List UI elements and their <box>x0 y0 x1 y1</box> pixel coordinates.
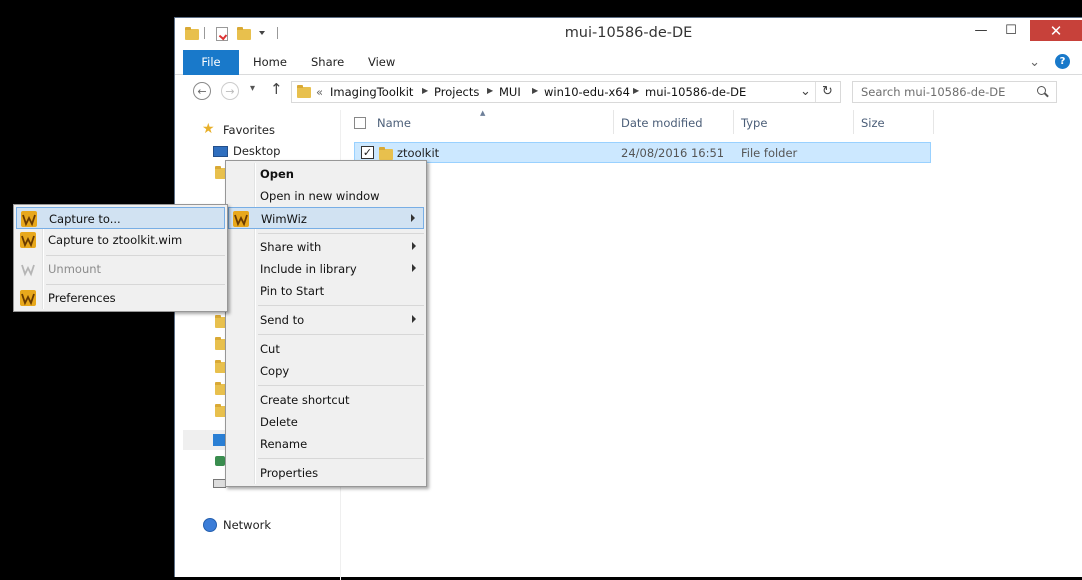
breadcrumb-overflow[interactable]: « <box>316 85 323 99</box>
menu-item-wimwiz[interactable]: WimWiz <box>228 207 424 229</box>
wimwiz-icon-disabled <box>20 261 36 277</box>
minimize-button[interactable]: — <box>968 20 994 40</box>
nav-desktop[interactable]: Desktop <box>233 144 280 158</box>
tab-view[interactable]: View <box>368 50 395 75</box>
recent-locations-button[interactable]: ▾ <box>250 83 255 94</box>
back-button[interactable]: ← <box>193 82 211 100</box>
breadcrumb-projects[interactable]: Projects <box>434 85 479 99</box>
column-date-modified[interactable]: Date modified <box>621 116 703 130</box>
wimwiz-icon <box>21 211 37 227</box>
navigation-bar: ← → ▾ ↑ « ImagingToolkit ▶ Projects ▶ MU… <box>175 76 1082 106</box>
column-type[interactable]: Type <box>741 116 767 130</box>
title-bar: mui-10586-de-DE — ☐ ✕ <box>175 18 1082 50</box>
folder-icon <box>297 85 311 98</box>
sort-arrow-icon: ▲ <box>480 109 486 117</box>
menu-item-share-with[interactable]: Share with <box>228 236 424 258</box>
file-name: ztoolkit <box>397 146 440 160</box>
submenu-item-capture-to-wim[interactable]: Capture to ztoolkit.wim <box>16 229 225 251</box>
file-type: File folder <box>741 146 798 160</box>
window-title: mui-10586-de-DE <box>564 25 693 41</box>
search-input[interactable]: Search mui-10586-de-DE <box>861 85 1005 99</box>
menu-item-properties[interactable]: Properties <box>228 462 424 484</box>
this-pc-icon <box>213 434 225 446</box>
menu-item-send-to[interactable]: Send to <box>228 309 424 331</box>
forward-button[interactable]: → <box>221 82 239 100</box>
submenu-item-preferences[interactable]: Preferences <box>16 287 225 309</box>
submenu-item-unmount[interactable]: Unmount <box>16 258 225 280</box>
breadcrumb-separator[interactable]: ▶ <box>487 86 493 95</box>
up-button[interactable]: ↑ <box>270 80 283 98</box>
breadcrumb-mui-10586-de-de[interactable]: mui-10586-de-DE <box>645 85 746 99</box>
breadcrumb-separator[interactable]: ▶ <box>422 86 428 95</box>
menu-item-include-in-library[interactable]: Include in library <box>228 258 424 280</box>
menu-item-open-new-window[interactable]: Open in new window <box>228 185 424 207</box>
column-separator[interactable] <box>853 110 854 134</box>
column-separator[interactable] <box>933 110 934 134</box>
submenu-arrow-icon <box>412 242 416 250</box>
tab-home[interactable]: Home <box>253 50 287 75</box>
row-checkbox[interactable]: ✓ <box>361 146 374 159</box>
address-bar[interactable]: « ImagingToolkit ▶ Projects ▶ MUI ▶ win1… <box>291 81 841 103</box>
drive-icon <box>215 456 225 466</box>
breadcrumb-win10-edu-x64[interactable]: win10-edu-x64 <box>544 85 630 99</box>
file-date: 24/08/2016 16:51 <box>621 146 725 160</box>
tab-share[interactable]: Share <box>311 50 344 75</box>
menu-item-rename[interactable]: Rename <box>228 433 424 455</box>
wimwiz-submenu: Capture to... Capture to ztoolkit.wim Un… <box>13 204 228 312</box>
ribbon: File Home Share View ⌄ ? <box>175 50 1082 75</box>
desktop-icon <box>213 146 228 157</box>
submenu-item-capture-to[interactable]: Capture to... <box>16 207 225 229</box>
nav-favorites[interactable]: Favorites <box>223 123 275 137</box>
refresh-icon[interactable]: ↻ <box>822 84 833 99</box>
search-icon[interactable] <box>1037 86 1049 98</box>
star-icon: ★ <box>202 121 215 137</box>
menu-item-cut[interactable]: Cut <box>228 338 424 360</box>
nav-network[interactable]: Network <box>223 518 271 532</box>
address-divider <box>815 82 816 102</box>
menu-item-open[interactable]: Open <box>228 163 424 185</box>
breadcrumb-separator[interactable]: ▶ <box>633 86 639 95</box>
context-menu: Open Open in new window WimWiz Share wit… <box>225 160 427 487</box>
wimwiz-icon <box>20 232 36 248</box>
tab-file[interactable]: File <box>183 50 239 75</box>
menu-item-copy[interactable]: Copy <box>228 360 424 382</box>
column-separator[interactable] <box>733 110 734 134</box>
file-row[interactable]: ✓ ztoolkit 24/08/2016 16:51 File folder <box>354 142 931 163</box>
maximize-button[interactable]: ☐ <box>998 20 1024 40</box>
network-icon <box>203 518 217 532</box>
folder-icon <box>379 147 393 160</box>
breadcrumb-separator[interactable]: ▶ <box>532 86 538 95</box>
wimwiz-icon <box>20 290 36 306</box>
address-dropdown-icon[interactable]: ⌄ <box>800 84 811 99</box>
column-size[interactable]: Size <box>861 116 885 130</box>
breadcrumb-imagingtoolkit[interactable]: ImagingToolkit <box>330 85 413 99</box>
search-box[interactable]: Search mui-10586-de-DE <box>852 81 1057 103</box>
breadcrumb-mui[interactable]: MUI <box>499 85 521 99</box>
submenu-arrow-icon <box>412 315 416 323</box>
menu-item-delete[interactable]: Delete <box>228 411 424 433</box>
menu-item-create-shortcut[interactable]: Create shortcut <box>228 389 424 411</box>
wimwiz-icon <box>233 211 249 227</box>
select-all-checkbox[interactable] <box>354 117 366 129</box>
help-icon[interactable]: ? <box>1055 54 1070 69</box>
column-name[interactable]: Name <box>377 116 411 130</box>
menu-item-pin-to-start[interactable]: Pin to Start <box>228 280 424 302</box>
column-separator[interactable] <box>613 110 614 134</box>
ribbon-collapse-icon[interactable]: ⌄ <box>1029 50 1040 75</box>
submenu-arrow-icon <box>412 264 416 272</box>
submenu-arrow-icon <box>411 214 415 222</box>
close-button[interactable]: ✕ <box>1030 20 1082 41</box>
